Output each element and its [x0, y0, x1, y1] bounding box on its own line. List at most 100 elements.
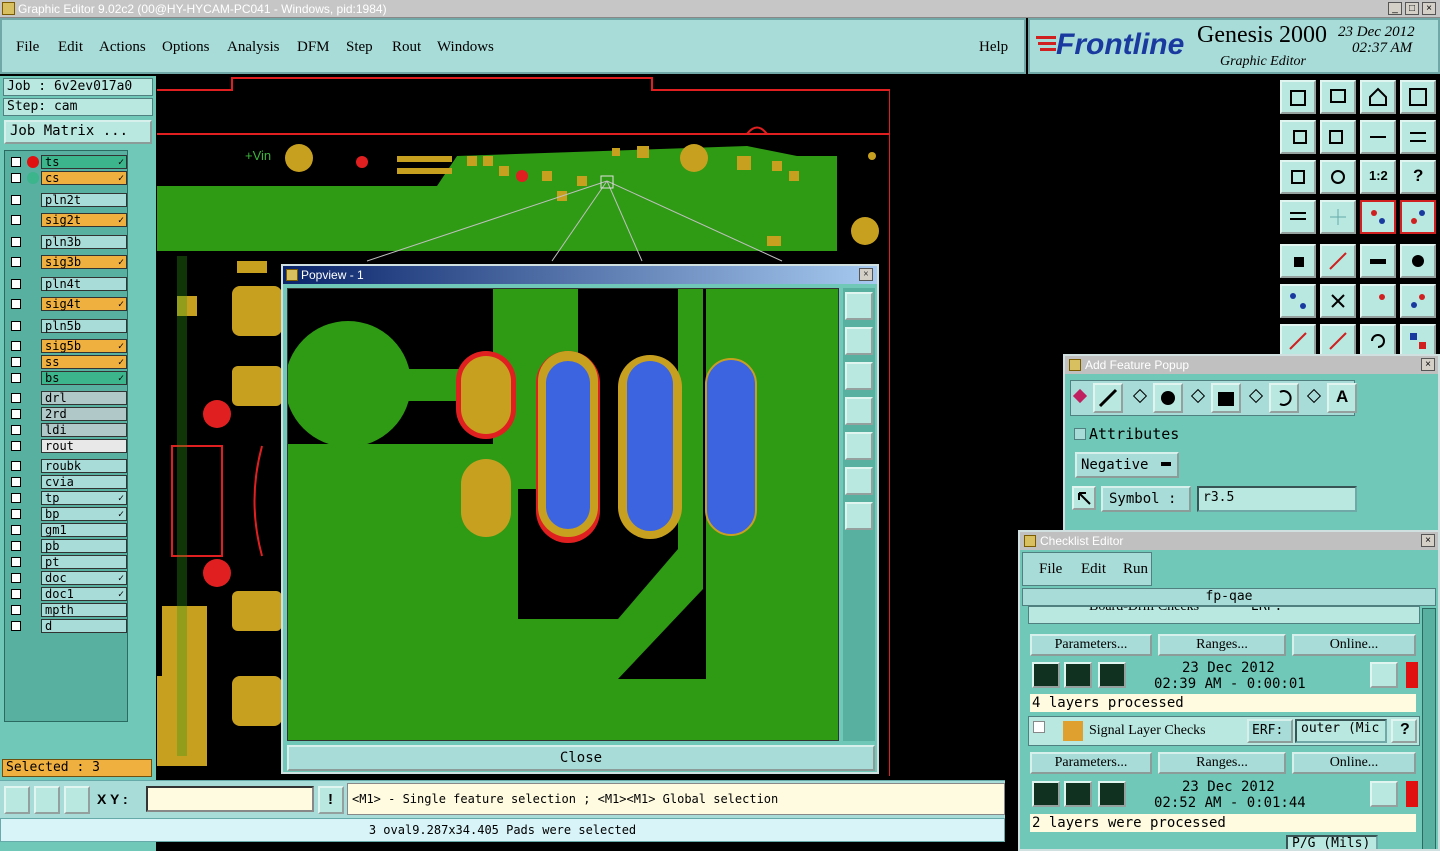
popview-pan-right-icon[interactable] [845, 432, 873, 460]
row-2-help-button[interactable]: ? [1391, 719, 1417, 743]
text-tool-button[interactable] [1400, 324, 1436, 358]
snap2-button[interactable] [1400, 284, 1436, 318]
arc-button[interactable] [1360, 324, 1396, 358]
menu-analysis[interactable]: Analysis [227, 39, 280, 56]
layer-row[interactable]: sig4t ✓ [7, 297, 127, 311]
line2-button[interactable] [1320, 324, 1356, 358]
layer-row[interactable]: cs ✓ [7, 171, 127, 185]
layer-row[interactable]: d [7, 619, 127, 633]
menu-step[interactable]: Step [346, 39, 373, 56]
layer-row[interactable]: bs ✓ [7, 371, 127, 385]
layer-row[interactable]: rout [7, 439, 127, 453]
row-1-online-button[interactable]: Online... [1292, 634, 1416, 656]
grid-button[interactable] [1320, 200, 1356, 234]
row-2-results-icon[interactable] [1370, 781, 1398, 807]
layer-row[interactable]: sig3b ✓ [7, 255, 127, 269]
layer-checkbox[interactable] [11, 589, 21, 599]
menu-help[interactable]: Help [979, 39, 1008, 56]
row-1-ranges-button[interactable]: Ranges... [1158, 634, 1286, 656]
ruler-button[interactable] [1360, 244, 1396, 278]
row-1-run-selected-icon[interactable] [1064, 662, 1092, 688]
polarity-select[interactable]: Negative [1075, 452, 1179, 478]
layer-checkbox[interactable] [11, 573, 21, 583]
line-button[interactable] [1280, 324, 1316, 358]
layer-checkbox[interactable] [11, 557, 21, 567]
layer-row[interactable]: sig5b ✓ [7, 339, 127, 353]
radio-text-icon[interactable] [1306, 388, 1322, 404]
layer-checkbox[interactable] [11, 441, 21, 451]
popview-zoom-icon[interactable] [845, 292, 873, 320]
layer-checkbox[interactable] [11, 237, 21, 247]
layer-checkbox[interactable] [11, 525, 21, 535]
menu-options[interactable]: Options [162, 39, 210, 56]
help-tool-button[interactable]: ? [1400, 160, 1436, 194]
edit-shape-button[interactable] [1320, 244, 1356, 278]
popview-canvas[interactable] [287, 288, 839, 741]
fit-button[interactable] [1280, 160, 1316, 194]
minimize-icon[interactable]: _ [1388, 2, 1402, 15]
pad-button[interactable] [1400, 244, 1436, 278]
layer-row[interactable]: drl [7, 391, 127, 405]
layer-checkbox[interactable] [11, 157, 21, 167]
menu-windows[interactable]: Windows [437, 39, 494, 56]
mirror-button[interactable] [1360, 120, 1396, 154]
layer-checkbox[interactable] [11, 541, 21, 551]
maximize-icon[interactable]: □ [1405, 2, 1419, 15]
net-select-button[interactable] [1400, 200, 1436, 234]
scale-button[interactable]: 1:2 [1360, 160, 1396, 194]
row-2-erf-input[interactable]: outer (Mic [1295, 719, 1387, 743]
xy-input[interactable] [146, 786, 314, 812]
layer-checkbox[interactable] [11, 605, 21, 615]
window-button[interactable] [1400, 80, 1436, 114]
alert-button[interactable]: ! [318, 786, 344, 814]
symbol-picker-button[interactable] [1072, 486, 1096, 510]
measure-button[interactable] [1280, 200, 1316, 234]
layer-row[interactable]: cvia [7, 475, 127, 489]
layer-row[interactable]: doc ✓ [7, 571, 127, 585]
pan-right-button[interactable] [1320, 120, 1356, 154]
checklist-menu-file[interactable]: File [1039, 561, 1062, 578]
net-button[interactable] [1360, 200, 1396, 234]
layer-checkbox[interactable] [11, 493, 21, 503]
checklist-menu-run[interactable]: Run [1123, 561, 1148, 578]
grid-mode-icon[interactable] [64, 786, 90, 814]
center-button[interactable] [1320, 160, 1356, 194]
layer-row[interactable]: pln3b [7, 235, 127, 249]
popview-close-icon[interactable]: × [859, 268, 873, 281]
layer-checkbox[interactable] [11, 215, 21, 225]
layer-checkbox[interactable] [11, 299, 21, 309]
layer-checkbox[interactable] [11, 393, 21, 403]
layer-checkbox[interactable] [11, 195, 21, 205]
layer-checkbox[interactable] [11, 477, 21, 487]
row-2-run-icon[interactable] [1032, 781, 1060, 807]
zoom-home-button[interactable] [1280, 80, 1316, 114]
select-button[interactable] [1280, 244, 1316, 278]
row-2-run-selected-icon[interactable] [1064, 781, 1092, 807]
radio-pad-icon[interactable] [1132, 388, 1148, 404]
layer-checkbox[interactable] [11, 357, 21, 367]
pointer-mode-icon[interactable] [4, 786, 30, 814]
layer-row[interactable]: 2rd [7, 407, 127, 421]
layer-checkbox[interactable] [11, 621, 21, 631]
snap-button[interactable] [1360, 284, 1396, 318]
layer-row[interactable]: ss ✓ [7, 355, 127, 369]
row-1-parameters-button[interactable]: Parameters... [1030, 634, 1152, 656]
popview-close-button[interactable]: Close [287, 745, 875, 771]
menu-actions[interactable]: Actions [99, 39, 146, 56]
row-1-results-icon[interactable] [1370, 662, 1398, 688]
row-3-erf-input[interactable]: P/G (Mils) [1286, 835, 1378, 849]
row-1-run-all-icon[interactable] [1098, 662, 1126, 688]
pan-left-button[interactable] [1280, 120, 1316, 154]
layer-checkbox[interactable] [11, 279, 21, 289]
row-2-ranges-button[interactable]: Ranges... [1158, 752, 1286, 774]
symbol-input[interactable]: r3.5 [1197, 486, 1357, 512]
layer-row[interactable]: pln2t [7, 193, 127, 207]
close-icon[interactable]: × [1422, 2, 1436, 15]
add-feature-close-icon[interactable]: × [1421, 358, 1435, 371]
measure-mode-icon[interactable] [34, 786, 60, 814]
surface-feature-button[interactable] [1211, 383, 1241, 413]
popview-pan-down-icon[interactable] [845, 362, 873, 390]
layer-row[interactable]: pt [7, 555, 127, 569]
zoom-out-button[interactable] [1360, 80, 1396, 114]
layer-row[interactable]: gm1 [7, 523, 127, 537]
